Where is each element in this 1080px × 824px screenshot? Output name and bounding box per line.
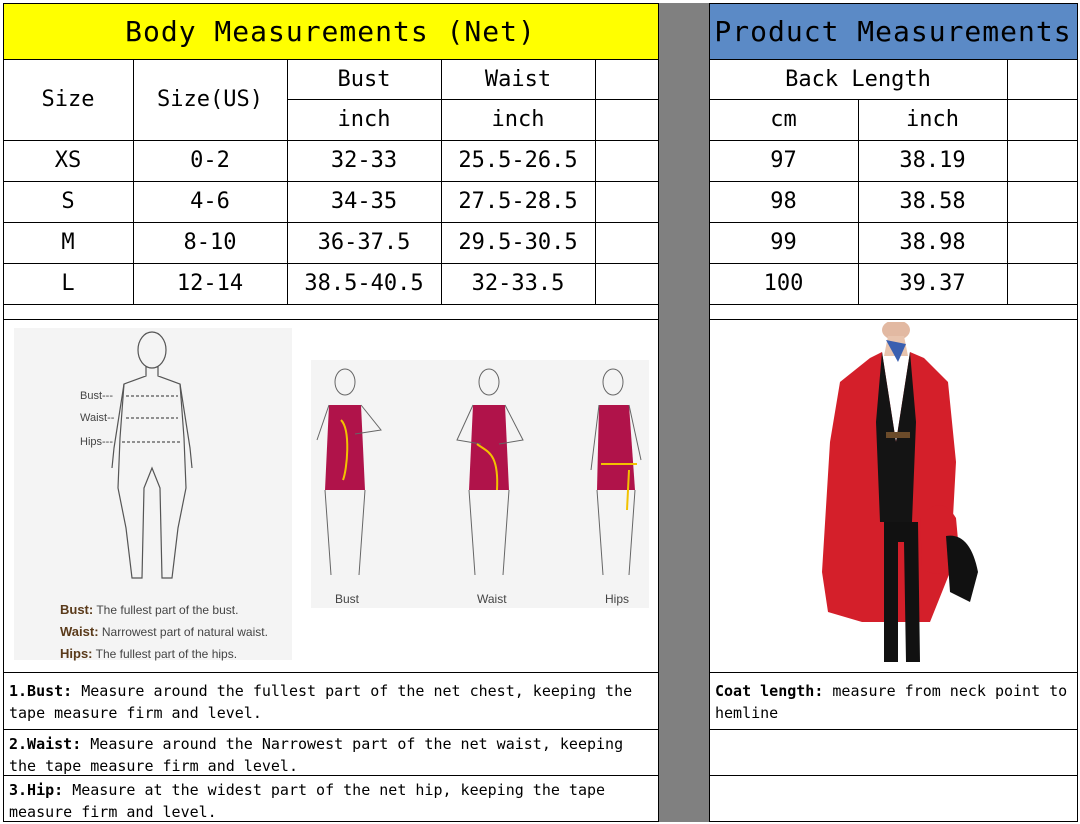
header-size-us: Size(US) xyxy=(157,87,263,112)
product-row-3-cm: 99 xyxy=(770,230,797,255)
dress-figures: Bust Waist Hips xyxy=(311,360,649,608)
product-row-2-inch: 38.58 xyxy=(899,189,966,214)
row-l-waist: 32-33.5 xyxy=(471,271,565,296)
grid-line xyxy=(709,775,1078,776)
note-hip: 3.Hip: Measure at the widest part of the… xyxy=(9,781,606,821)
row-s-waist: 27.5-28.5 xyxy=(458,189,578,214)
product-table-title: Product Measurements xyxy=(714,14,1072,48)
caption-waist: Waist xyxy=(477,592,507,606)
legend-waist: Waist: Narrowest part of natural waist. xyxy=(60,624,268,639)
row-s-us: 4-6 xyxy=(190,189,230,214)
grid-line xyxy=(595,59,596,305)
caption-hips: Hips xyxy=(605,592,630,606)
header-cm: cm xyxy=(770,107,797,132)
grid-line xyxy=(3,672,659,673)
row-m-us: 8-10 xyxy=(183,230,237,255)
label-waist-line: Waist-- xyxy=(80,412,115,424)
row-m-bust: 36-37.5 xyxy=(317,230,411,255)
header-size: Size xyxy=(41,87,95,112)
header-waist-unit: inch xyxy=(491,107,545,132)
product-row-1-inch: 38.19 xyxy=(899,148,966,173)
row-xs-waist: 25.5-26.5 xyxy=(458,148,578,173)
row-s-size: S xyxy=(61,189,75,214)
grid-line xyxy=(3,319,659,320)
legend-bust: Bust: The fullest part of the bust. xyxy=(60,602,239,617)
header-bust: Bust xyxy=(337,66,391,92)
grid-line xyxy=(709,304,1078,305)
product-row-1-cm: 97 xyxy=(770,148,797,173)
grid-line xyxy=(709,729,1078,730)
body-outline-figure: Bust--- Waist-- Hips--- Bust: The fulles… xyxy=(14,328,292,661)
row-m-size: M xyxy=(61,230,75,255)
grid-line xyxy=(709,821,1078,822)
grid-line xyxy=(3,304,659,305)
row-m-waist: 29.5-30.5 xyxy=(458,230,578,255)
header-waist: Waist xyxy=(484,66,552,92)
header-bust-unit: inch xyxy=(337,107,391,132)
note-waist: 2.Waist: Measure around the Narrowest pa… xyxy=(9,735,624,775)
row-xs-us: 0-2 xyxy=(190,148,230,173)
grid-line xyxy=(1007,59,1008,305)
note-coat-length: Coat length: measure from neck point to … xyxy=(715,682,1068,722)
caption-bust: Bust xyxy=(335,592,360,606)
row-s-bust: 34-35 xyxy=(330,189,398,214)
red-coat-drawing xyxy=(822,320,978,662)
row-xs-size: XS xyxy=(54,148,82,173)
row-l-bust: 38.5-40.5 xyxy=(304,271,424,296)
header-inch: inch xyxy=(906,107,959,132)
row-l-size: L xyxy=(61,271,75,296)
header-back-length: Back Length xyxy=(785,66,931,92)
note-bust: 1.Bust: Measure around the fullest part … xyxy=(9,682,633,722)
grid-line xyxy=(3,729,659,730)
label-bust-line: Bust--- xyxy=(80,390,113,402)
grid-line xyxy=(709,319,1078,320)
body-outline-drawing xyxy=(111,331,193,579)
grid-line xyxy=(709,3,1078,4)
legend-hips: Hips: The fullest part of the hips. xyxy=(60,646,238,661)
product-row-4-cm: 100 xyxy=(763,271,804,296)
row-xs-bust: 32-33 xyxy=(330,148,398,173)
grid-line xyxy=(1077,3,1078,822)
dress-figures-drawing xyxy=(316,368,642,576)
grid-line xyxy=(3,3,659,4)
product-row-2-cm: 98 xyxy=(770,189,797,214)
product-row-4-inch: 39.37 xyxy=(899,271,966,296)
label-hips-line: Hips--- xyxy=(80,436,113,448)
grid-line xyxy=(709,672,1078,673)
row-l-us: 12-14 xyxy=(176,271,244,296)
body-table-title: Body Measurements (Net) xyxy=(125,14,536,48)
product-row-3-inch: 38.98 xyxy=(899,230,966,255)
product-photo xyxy=(800,320,990,664)
gray-divider xyxy=(659,3,709,822)
